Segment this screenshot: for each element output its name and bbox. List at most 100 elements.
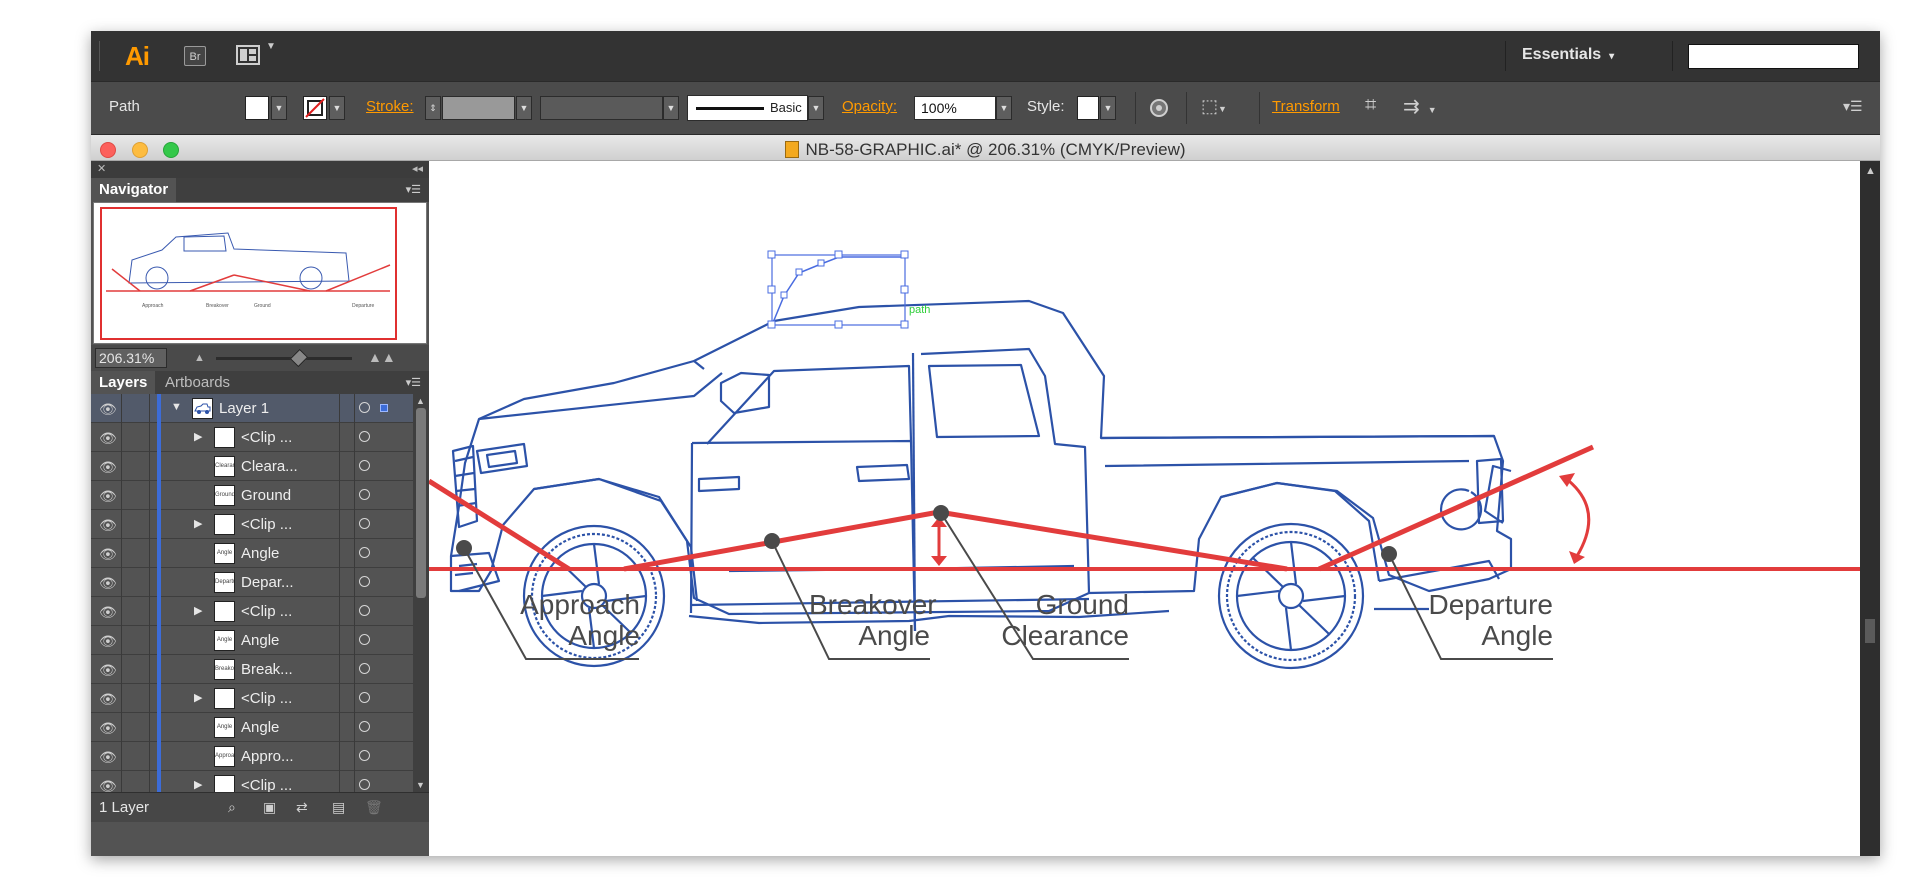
bridge-button[interactable]: Br xyxy=(184,46,206,66)
brush-dropdown[interactable]: ▼ xyxy=(808,96,824,120)
close-panel-icon[interactable]: ✕ xyxy=(97,162,106,175)
expand-triangle-icon[interactable]: ▶ xyxy=(194,778,202,791)
artboard-canvas[interactable]: path Approach Angle Breakover Angle Grou… xyxy=(429,161,1860,856)
lock-toggle[interactable] xyxy=(123,394,147,423)
lock-toggle[interactable] xyxy=(123,684,147,713)
lock-toggle[interactable] xyxy=(123,742,147,771)
stroke-weight-field[interactable] xyxy=(442,96,515,120)
opacity-panel-link[interactable]: Opacity: xyxy=(842,98,897,115)
lock-toggle[interactable] xyxy=(123,713,147,742)
sublayer-row[interactable]: 👁 Angle Angle xyxy=(91,539,413,568)
panel-menu-icon[interactable]: ▾☰ xyxy=(406,183,421,196)
opacity-field[interactable]: 100% xyxy=(914,96,996,120)
align-options-button[interactable]: ⬚▼ xyxy=(1201,96,1227,117)
stroke-weight-dropdown[interactable]: ▼ xyxy=(516,96,532,120)
target-circle-icon[interactable] xyxy=(359,518,370,529)
target-circle-icon[interactable] xyxy=(359,750,370,761)
lock-toggle[interactable] xyxy=(123,481,147,510)
style-dropdown[interactable]: ▼ xyxy=(1100,96,1116,120)
visibility-eye-icon[interactable]: 👁 xyxy=(99,488,117,505)
canvas-scrollbar[interactable]: ▲ xyxy=(1860,161,1880,856)
visibility-eye-icon[interactable]: 👁 xyxy=(99,459,117,476)
sublayer-row[interactable]: 👁 ▶ <Clip ... xyxy=(91,597,413,626)
sublayer-row[interactable]: 👁 Angle Angle xyxy=(91,626,413,655)
selection-indicator[interactable] xyxy=(380,404,388,412)
visibility-eye-icon[interactable]: 👁 xyxy=(99,662,117,679)
variable-width-profile[interactable] xyxy=(540,96,663,120)
visibility-eye-icon[interactable]: 👁 xyxy=(99,575,117,592)
scroll-up-icon[interactable]: ▲ xyxy=(416,396,425,406)
sublayer-row[interactable]: 👁 Clearance Cleara... xyxy=(91,452,413,481)
expand-triangle-icon[interactable]: ▶ xyxy=(194,691,202,704)
sublayer-row[interactable]: 👁 Departure Depar... xyxy=(91,568,413,597)
canvas-scroll-thumb[interactable] xyxy=(1865,619,1875,643)
opacity-dropdown[interactable]: ▼ xyxy=(996,96,1012,120)
control-panel-menu[interactable]: ▾☰ xyxy=(1843,98,1863,115)
lock-toggle[interactable] xyxy=(123,655,147,684)
visibility-eye-icon[interactable]: 👁 xyxy=(99,430,117,447)
zoom-field[interactable]: 206.31% xyxy=(95,348,167,368)
target-circle-icon[interactable] xyxy=(359,663,370,674)
isolate-selected-button[interactable]: ⌗ xyxy=(1365,94,1376,117)
visibility-eye-icon[interactable]: 👁 xyxy=(99,778,117,792)
visibility-eye-icon[interactable]: 👁 xyxy=(99,604,117,621)
expand-triangle-icon[interactable]: ▶ xyxy=(194,430,202,443)
scroll-down-icon[interactable]: ▼ xyxy=(416,780,425,790)
target-circle-icon[interactable] xyxy=(359,605,370,616)
lock-toggle[interactable] xyxy=(123,597,147,626)
stroke-weight-stepper[interactable]: ⇕ xyxy=(425,96,441,120)
layer-row[interactable]: 👁 ▼ Layer 1 xyxy=(91,394,413,423)
target-circle-icon[interactable] xyxy=(359,431,370,442)
collapse-panel-icon[interactable]: ◂◂ xyxy=(412,162,423,175)
target-circle-icon[interactable] xyxy=(359,634,370,645)
make-clipping-mask-icon[interactable]: ▣ xyxy=(263,799,276,816)
visibility-eye-icon[interactable]: 👁 xyxy=(99,517,117,534)
lock-toggle[interactable] xyxy=(123,423,147,452)
target-circle-icon[interactable] xyxy=(359,576,370,587)
target-circle-icon[interactable] xyxy=(359,489,370,500)
tab-navigator[interactable]: Navigator xyxy=(91,178,177,202)
sublayer-row[interactable]: 👁 ▶ <Clip ... xyxy=(91,771,413,792)
workspace-switcher[interactable]: Essentials ▾ xyxy=(1522,46,1614,64)
expand-triangle-icon[interactable]: ▶ xyxy=(194,604,202,617)
visibility-eye-icon[interactable]: 👁 xyxy=(99,749,117,766)
lock-toggle[interactable] xyxy=(123,568,147,597)
expand-triangle-icon[interactable]: ▶ xyxy=(194,517,202,530)
navigator-view-box[interactable] xyxy=(100,207,397,340)
sublayer-row[interactable]: 👁 Angle Angle xyxy=(91,713,413,742)
visibility-eye-icon[interactable]: 👁 xyxy=(99,401,117,418)
trash-icon[interactable]: 🗑 xyxy=(365,799,383,816)
scroll-up-icon[interactable]: ▲ xyxy=(1865,165,1876,177)
sublayer-row[interactable]: 👁 ▶ <Clip ... xyxy=(91,423,413,452)
recolor-artwork-button[interactable] xyxy=(1149,98,1169,122)
lock-toggle[interactable] xyxy=(123,539,147,568)
visibility-eye-icon[interactable]: 👁 xyxy=(99,633,117,650)
visibility-eye-icon[interactable]: 👁 xyxy=(99,720,117,737)
layers-scrollbar[interactable]: ▲ ▼ xyxy=(413,394,429,792)
new-sublayer-icon[interactable]: ⇄ xyxy=(296,799,308,816)
collapse-triangle-icon[interactable]: ▼ xyxy=(171,401,182,413)
target-circle-icon[interactable] xyxy=(359,779,370,790)
fill-dropdown[interactable]: ▼ xyxy=(271,96,287,120)
tab-artboards[interactable]: Artboards xyxy=(157,371,238,395)
select-similar-button[interactable]: ⇉ ▼ xyxy=(1403,94,1437,119)
new-layer-icon[interactable]: ▤ xyxy=(332,799,345,816)
fill-swatch[interactable] xyxy=(245,96,269,120)
target-circle-icon[interactable] xyxy=(359,692,370,703)
zoom-in-icon[interactable]: ▲▲ xyxy=(368,349,396,365)
navigator-preview[interactable]: Approach Breakover Ground Departure xyxy=(93,202,427,344)
visibility-eye-icon[interactable]: 👁 xyxy=(99,546,117,563)
sublayer-row[interactable]: 👁 ▶ <Clip ... xyxy=(91,684,413,713)
zoom-slider[interactable] xyxy=(216,357,352,360)
lock-toggle[interactable] xyxy=(123,452,147,481)
graphic-style-swatch[interactable] xyxy=(1077,96,1099,120)
brush-definition[interactable]: Basic xyxy=(687,95,808,121)
profile-dropdown[interactable]: ▼ xyxy=(663,96,679,120)
zoom-slider-handle[interactable] xyxy=(289,348,308,368)
lock-toggle[interactable] xyxy=(123,771,147,792)
search-input[interactable] xyxy=(1688,44,1859,69)
panel-menu-icon[interactable]: ▾☰ xyxy=(406,376,421,389)
visibility-eye-icon[interactable]: 👁 xyxy=(99,691,117,708)
transform-panel-link[interactable]: Transform xyxy=(1272,98,1340,115)
zoom-out-icon[interactable]: ▲ xyxy=(194,352,205,364)
